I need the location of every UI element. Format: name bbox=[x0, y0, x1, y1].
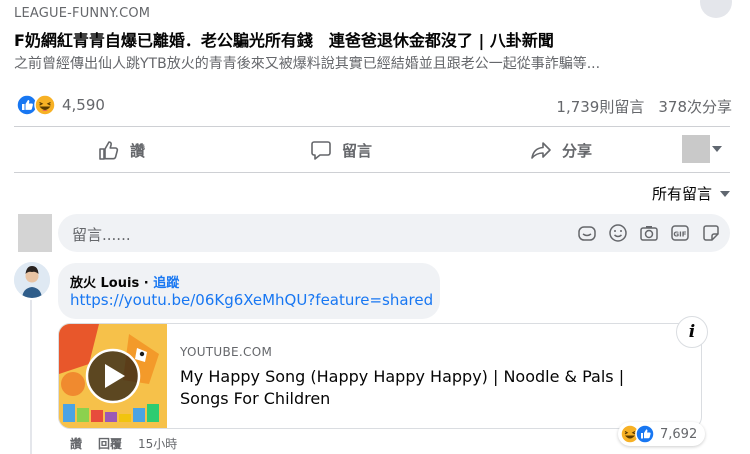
comment-count[interactable]: 1,739則留言 bbox=[556, 98, 644, 116]
chevron-down-icon bbox=[720, 190, 730, 197]
comment-author: 放火 Louis · 追蹤 bbox=[70, 272, 179, 291]
follow-link[interactable]: 追蹤 bbox=[153, 276, 179, 291]
sticker-icon[interactable] bbox=[700, 222, 722, 244]
user-avatar[interactable] bbox=[18, 214, 52, 252]
reaction-icons[interactable] bbox=[16, 94, 60, 116]
comment-timestamp[interactable]: 15小時 bbox=[138, 435, 177, 452]
link-source-domain: LEAGUE-FUNNY.COM bbox=[14, 6, 151, 21]
post-headline[interactable]: F奶網紅青青自爆已離婚．老公騙光所有錢 連爸爸退休金都沒了 | 八卦新聞 bbox=[14, 27, 554, 51]
page-avatar[interactable] bbox=[682, 135, 710, 163]
comment-button[interactable]: 留言 bbox=[310, 136, 372, 164]
video-thumbnail bbox=[59, 324, 167, 428]
post-stats: 1,739則留言 378次分享 bbox=[542, 96, 732, 117]
comment-sort-dropdown[interactable]: 所有留言 bbox=[652, 183, 730, 204]
reaction-icons bbox=[620, 424, 655, 444]
comment-label: 留言 bbox=[342, 141, 373, 160]
svg-text:GIF: GIF bbox=[673, 231, 686, 239]
like-button[interactable]: 讚 bbox=[98, 136, 145, 164]
sort-label: 所有留言 bbox=[651, 185, 712, 203]
share-count[interactable]: 378次分享 bbox=[658, 98, 732, 116]
comment-reply-button[interactable]: 回覆 bbox=[98, 435, 122, 452]
person-icon bbox=[14, 262, 50, 298]
like-label: 讚 bbox=[130, 141, 146, 160]
camera-icon[interactable] bbox=[638, 222, 660, 244]
chevron-down-icon[interactable] bbox=[712, 146, 722, 152]
like-reaction-icon bbox=[16, 94, 38, 116]
share-arrow-icon bbox=[531, 142, 551, 159]
card-title[interactable]: My Happy Song (Happy Happy Happy) | Nood… bbox=[180, 366, 670, 410]
avatar-sticker-icon[interactable] bbox=[576, 222, 598, 244]
comment-like-button[interactable]: 讚 bbox=[70, 435, 82, 452]
emoji-icon[interactable] bbox=[607, 222, 629, 244]
share-label: 分享 bbox=[562, 141, 593, 160]
comment-actions: 讚 回覆 15小時 bbox=[70, 435, 177, 452]
more-options-button[interactable] bbox=[700, 0, 732, 18]
card-domain: YOUTUBE.COM bbox=[180, 345, 273, 359]
comment-input-placeholder: 留言...... bbox=[72, 226, 131, 244]
divider bbox=[14, 172, 730, 173]
composer-icons: GIF bbox=[576, 222, 722, 244]
haha-reaction-icon bbox=[34, 94, 56, 116]
comment-reactions[interactable]: 7,692 bbox=[618, 422, 706, 446]
info-icon[interactable]: i bbox=[676, 316, 708, 348]
reply-thread-line bbox=[30, 300, 32, 454]
comment-link[interactable]: https://youtu.be/06Kg6XeMhQU?feature=sha… bbox=[70, 291, 433, 309]
comment-reaction-count: 7,692 bbox=[660, 426, 698, 442]
share-button[interactable]: 分享 bbox=[530, 136, 592, 164]
reaction-count[interactable]: 4,590 bbox=[62, 96, 105, 114]
like-reaction-icon bbox=[635, 424, 655, 444]
gif-icon[interactable]: GIF bbox=[669, 222, 691, 244]
author-name[interactable]: 放火 Louis bbox=[70, 276, 139, 291]
thumbs-up-icon bbox=[99, 141, 119, 160]
commenter-avatar[interactable] bbox=[14, 262, 50, 298]
post-description: 之前曾經傳出仙人跳YTB放火的青青後來又被爆料說其實已經結婚並且跟老公一起從事詐… bbox=[14, 56, 601, 72]
divider bbox=[14, 126, 730, 127]
speech-bubble-icon bbox=[311, 141, 331, 160]
separator: · bbox=[139, 276, 154, 291]
